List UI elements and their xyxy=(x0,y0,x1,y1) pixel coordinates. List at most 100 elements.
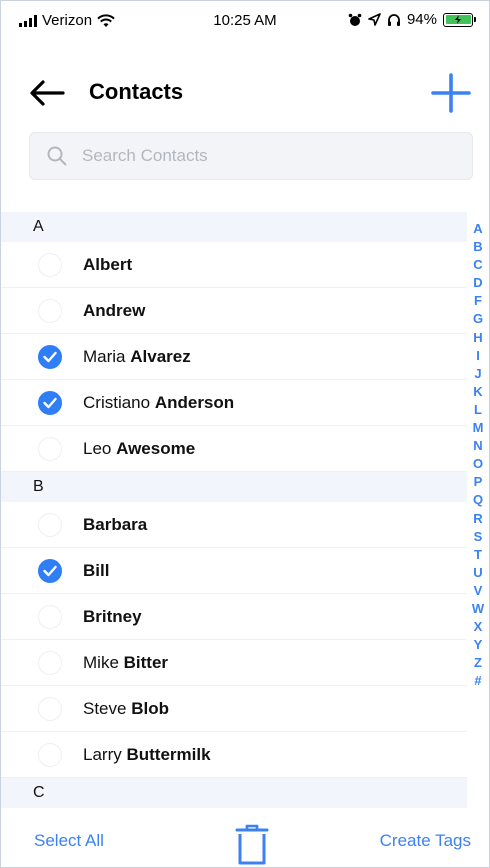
index-letter[interactable]: D xyxy=(473,274,482,292)
contact-last-name: Andrew xyxy=(83,300,146,320)
contact-last-name: Buttermilk xyxy=(126,744,211,764)
location-icon xyxy=(368,13,381,26)
index-letter[interactable]: A xyxy=(473,220,482,238)
contact-name: Andrew xyxy=(83,301,145,321)
index-letter[interactable]: Z xyxy=(474,654,482,672)
contact-row[interactable]: Albert xyxy=(1,242,467,288)
contact-last-name: Alvarez xyxy=(130,346,191,366)
checkbox-unchecked-icon[interactable] xyxy=(38,252,62,277)
trash-icon[interactable] xyxy=(235,823,269,865)
index-letter[interactable]: K xyxy=(473,383,482,401)
contact-name: Barbara xyxy=(83,515,147,535)
alarm-icon xyxy=(348,13,362,26)
contact-first-name: Maria xyxy=(83,346,131,366)
contact-name: Cristiano Anderson xyxy=(83,393,234,413)
status-right: 94% xyxy=(348,11,476,28)
index-letter[interactable]: B xyxy=(473,238,482,256)
battery-icon xyxy=(443,12,476,27)
checkbox-checked-icon[interactable] xyxy=(38,390,62,415)
contact-last-name: Bitter xyxy=(123,652,169,672)
bottom-toolbar: Select All Create Tags xyxy=(1,811,489,867)
status-bar: Verizon 10:25 AM 94% xyxy=(1,1,489,41)
back-arrow-icon[interactable] xyxy=(27,75,67,111)
checkbox-unchecked-icon[interactable] xyxy=(38,512,62,537)
contact-last-name: Awesome xyxy=(116,438,196,458)
checkbox-unchecked-icon[interactable] xyxy=(38,696,62,721)
contact-row[interactable]: Cristiano Anderson xyxy=(1,380,467,426)
index-letter[interactable]: H xyxy=(473,329,482,347)
contact-row[interactable]: Andrew xyxy=(1,288,467,334)
search-input[interactable] xyxy=(82,146,442,166)
contact-row[interactable]: Maria Alvarez xyxy=(1,334,467,380)
index-letter[interactable]: C xyxy=(473,256,482,274)
contact-last-name: Britney xyxy=(83,606,142,626)
checkbox-unchecked-icon[interactable] xyxy=(38,604,62,629)
checkbox-unchecked-icon[interactable] xyxy=(38,298,62,323)
checkbox-unchecked-icon[interactable] xyxy=(38,436,62,461)
headphones-icon xyxy=(387,13,400,26)
index-letter[interactable]: # xyxy=(474,672,481,690)
header: Contacts xyxy=(1,61,489,125)
index-letter[interactable]: G xyxy=(473,310,483,328)
contact-row[interactable]: Britney xyxy=(1,594,467,640)
contact-row[interactable]: Mike Bitter xyxy=(1,640,467,686)
checkbox-checked-icon[interactable] xyxy=(38,344,62,369)
index-letter[interactable]: X xyxy=(474,618,483,636)
contact-first-name: Leo xyxy=(83,438,117,458)
index-letter[interactable]: W xyxy=(472,600,484,618)
alphabet-index[interactable]: A B C D F G H I J K L M N O P Q R S T U V W X Y Z # xyxy=(470,220,486,690)
checkbox-unchecked-icon[interactable] xyxy=(38,650,62,675)
contact-first-name: Steve xyxy=(83,698,132,718)
contact-name: Britney xyxy=(83,607,142,627)
search-icon xyxy=(47,146,67,166)
page-title: Contacts xyxy=(89,79,184,104)
create-tags-button[interactable]: Create Tags xyxy=(380,831,471,851)
contact-row[interactable]: Bill xyxy=(1,548,467,594)
contact-row[interactable]: Barbara xyxy=(1,502,467,548)
contact-row[interactable]: Leo Awesome xyxy=(1,426,467,472)
search-bar[interactable] xyxy=(29,132,473,180)
contact-name: Steve Blob xyxy=(83,699,169,719)
contact-last-name: Blob xyxy=(131,698,169,718)
battery-percent: 94% xyxy=(406,11,437,28)
checkbox-checked-icon[interactable] xyxy=(38,558,62,583)
index-letter[interactable]: J xyxy=(474,365,481,383)
index-letter[interactable]: M xyxy=(473,419,484,437)
contact-first-name: Cristiano xyxy=(83,392,155,412)
index-letter[interactable]: N xyxy=(473,437,482,455)
index-letter[interactable]: Y xyxy=(474,636,483,654)
app-frame: Verizon 10:25 AM 94% Contacts Search Con… xyxy=(0,0,490,868)
contact-first-name: Mike xyxy=(83,652,124,672)
index-letter[interactable]: T xyxy=(474,546,482,564)
contact-first-name: Larry xyxy=(83,744,127,764)
contact-name: Mike Bitter xyxy=(83,653,168,673)
index-letter[interactable]: U xyxy=(473,564,482,582)
select-all-button[interactable]: Select All xyxy=(34,831,104,851)
section-header-a: A xyxy=(1,212,467,242)
contact-last-name: Albert xyxy=(83,254,133,274)
contact-name: Albert xyxy=(83,255,132,275)
contact-last-name: Bill xyxy=(83,560,110,580)
contact-row[interactable]: Steve Blob xyxy=(1,686,467,732)
index-letter[interactable]: F xyxy=(474,292,482,310)
index-letter[interactable]: P xyxy=(474,473,483,491)
index-letter[interactable]: R xyxy=(473,510,482,528)
contact-list: A Albert Andrew Maria Alvarez Cristiano Ande… xyxy=(1,212,467,808)
index-letter[interactable]: I xyxy=(476,347,480,365)
contact-name: Maria Alvarez xyxy=(83,347,191,367)
section-header-c: C xyxy=(1,778,467,808)
index-letter[interactable]: S xyxy=(474,528,483,546)
index-letter[interactable]: O xyxy=(473,455,483,473)
section-header-b: B xyxy=(1,472,467,502)
contact-name: Leo Awesome xyxy=(83,439,195,459)
checkbox-unchecked-icon[interactable] xyxy=(38,742,62,767)
add-contact-plus-icon[interactable] xyxy=(429,71,473,115)
contact-last-name: Anderson xyxy=(154,392,235,412)
contact-last-name: Barbara xyxy=(83,514,148,534)
contact-name: Bill xyxy=(83,561,109,581)
contact-name: Larry Buttermilk xyxy=(83,745,211,765)
index-letter[interactable]: V xyxy=(474,582,483,600)
contact-row[interactable]: Larry Buttermilk xyxy=(1,732,467,778)
index-letter[interactable]: Q xyxy=(473,491,483,509)
index-letter[interactable]: L xyxy=(474,401,482,419)
